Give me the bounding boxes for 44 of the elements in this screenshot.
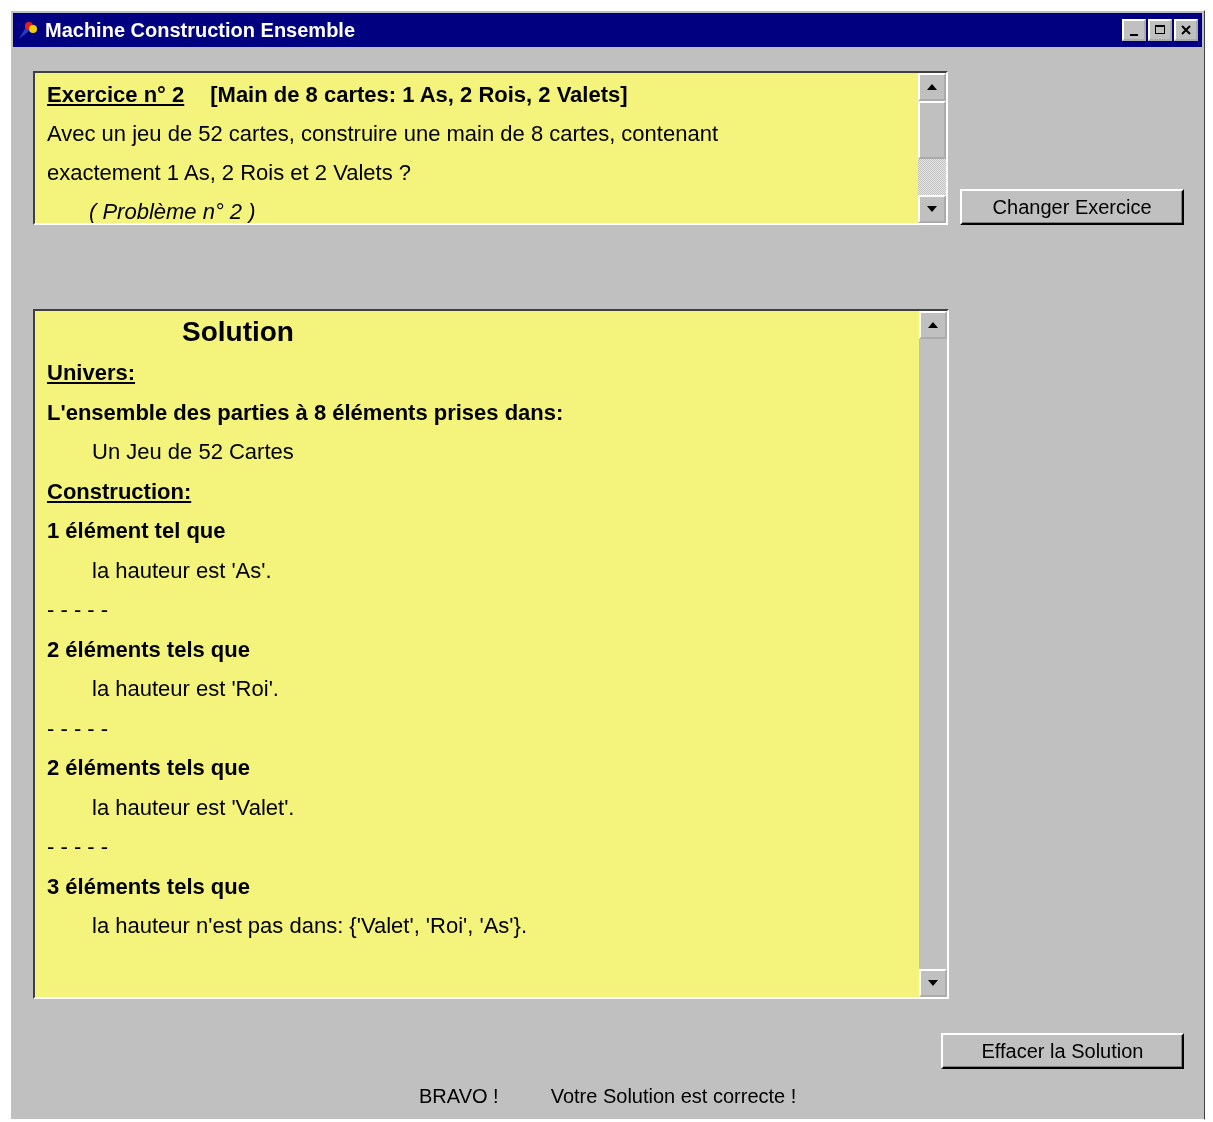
exercise-subtitle: [Main de 8 cartes: 1 As, 2 Rois, 2 Valets] [210, 82, 628, 107]
clear-solution-button[interactable]: Effacer la Solution [941, 1033, 1184, 1069]
solution-title: Solution [181, 315, 295, 349]
scrollbar[interactable] [918, 73, 947, 223]
scroll-thumb[interactable] [918, 101, 947, 159]
rule-text: 3 éléments tels que [47, 873, 250, 899]
detail-text: la hauteur est 'Roi'. [92, 676, 279, 701]
problem-note: ( Problème n° 2 ) [89, 199, 256, 223]
separator-text: - - - - - [47, 715, 109, 741]
exercise-text: Avec un jeu de 52 cartes, construire une main de 8 cartes, contenant [47, 121, 718, 146]
up-arrow-icon [927, 321, 939, 329]
scroll-up-button[interactable] [919, 311, 947, 339]
close-button[interactable] [1174, 19, 1198, 41]
detail-text: la hauteur n'est pas dans: {'Valet', 'Roi', 'As'}. [92, 913, 528, 938]
window-title: Machine Construction Ensemble [45, 18, 357, 42]
status-message: Votre Solution est correcte ! [550, 1085, 797, 1107]
scroll-down-button[interactable] [919, 969, 947, 997]
detail-text: la hauteur est 'Valet'. [92, 794, 295, 820]
up-arrow-icon [926, 83, 939, 91]
detail-text: la hauteur est 'As'. [92, 557, 272, 583]
app-icon [17, 19, 39, 41]
rule-text: 1 élément tel que [47, 518, 226, 543]
separator-text: - - - - - [47, 597, 109, 622]
down-arrow-icon [927, 979, 939, 987]
minimize-button[interactable] [1122, 19, 1146, 41]
change-exercise-button[interactable]: Changer Exercice [960, 189, 1184, 225]
section-label: Construction: [47, 478, 192, 504]
maximize-button[interactable] [1148, 19, 1172, 41]
close-icon [1180, 24, 1192, 36]
scroll-down-button[interactable] [918, 195, 947, 223]
rule-text: L'ensemble des parties à 8 éléments prises dans: [47, 399, 564, 425]
down-arrow-icon [926, 205, 939, 213]
rule-text: 2 éléments tels que [47, 755, 250, 780]
rule-text: 2 éléments tels que [47, 636, 250, 662]
section-label: Univers: [47, 360, 136, 385]
minimize-icon [1130, 34, 1138, 36]
maximize-icon [1154, 24, 1166, 36]
detail-text: Un Jeu de 52 Cartes [92, 439, 294, 464]
separator-text: - - - - - [47, 834, 109, 859]
scroll-up-button[interactable] [918, 73, 947, 101]
scrollbar[interactable] [919, 311, 947, 997]
exercise-text: exactement 1 As, 2 Rois et 2 Valets ? [47, 160, 411, 185]
exercise-heading: Exercice n° 2 [47, 82, 185, 107]
result-text: BRAVO ! [419, 1085, 499, 1107]
